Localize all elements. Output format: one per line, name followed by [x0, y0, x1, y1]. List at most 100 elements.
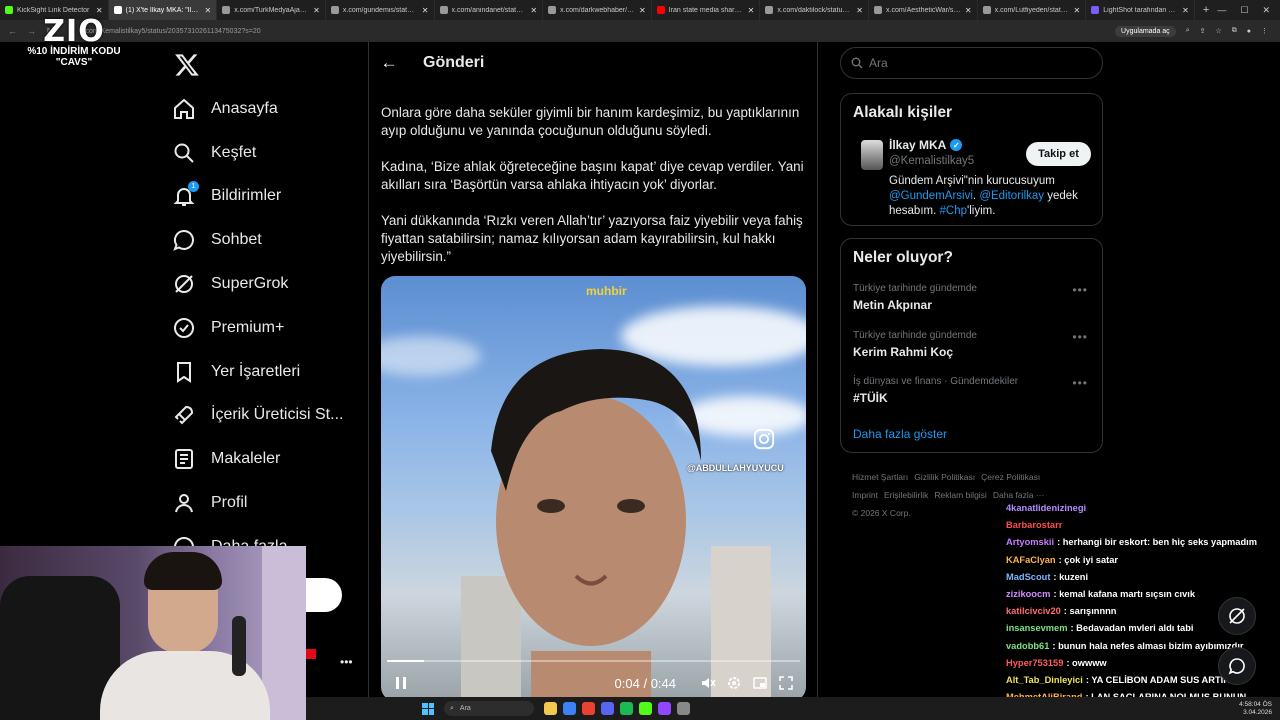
- messages-fab-button[interactable]: [1218, 647, 1256, 685]
- follow-button[interactable]: Takip et: [1026, 142, 1091, 166]
- tab-close-icon[interactable]: ✕: [856, 6, 863, 15]
- nav-item-anasayfa[interactable]: Anasayfa: [172, 87, 362, 131]
- nav-item-premium-[interactable]: Premium+: [172, 306, 362, 350]
- browser-tab[interactable]: x.com/daktilock/status/20... ✕: [760, 0, 869, 20]
- chat-username[interactable]: vadobb61: [1006, 641, 1049, 651]
- trend-item[interactable]: Türkiye tarihinde gündemde Kerim Rahmi Ko…: [841, 324, 1102, 371]
- settings-gear-icon[interactable]: [726, 675, 742, 691]
- chrome-icon[interactable]: [582, 702, 595, 715]
- profile-icon[interactable]: ●: [1247, 28, 1251, 35]
- nav-item-bildirimler[interactable]: 1 Bildirimler: [172, 175, 362, 219]
- tab-close-icon[interactable]: ✕: [530, 6, 537, 15]
- url-field[interactable]: x.com/Kemalistilkay5/status/203573102611…: [80, 28, 1115, 35]
- tab-close-icon[interactable]: ✕: [422, 6, 429, 15]
- tab-close-icon[interactable]: ✕: [205, 6, 212, 15]
- footer-link[interactable]: Reklam bilgisi: [934, 490, 986, 500]
- fullscreen-icon[interactable]: [778, 675, 794, 691]
- nav-item-profil[interactable]: Profil: [172, 481, 362, 525]
- tab-close-icon[interactable]: ✕: [639, 6, 646, 15]
- nav-item-sohbet[interactable]: Sohbet: [172, 218, 362, 262]
- nav-item-i-çerik-üreticisi-st-[interactable]: İçerik Üreticisi St...: [172, 394, 362, 438]
- browser-tab[interactable]: x.com/gundemis/status/... ✕: [326, 0, 435, 20]
- tab-close-icon[interactable]: ✕: [748, 6, 755, 15]
- chat-username[interactable]: MadScout: [1006, 572, 1050, 582]
- extensions-icon[interactable]: ⧉: [1232, 27, 1237, 35]
- taskbar-search[interactable]: ⌕ Ara: [444, 701, 534, 716]
- menu-icon[interactable]: ⋮: [1261, 27, 1268, 35]
- chat-username[interactable]: Barbarostarr: [1006, 520, 1062, 530]
- x-logo-icon[interactable]: [174, 52, 200, 78]
- related-person-name[interactable]: İlkay MKA ✓: [889, 138, 963, 152]
- video-progress-bar[interactable]: [387, 660, 800, 662]
- more-options-icon[interactable]: •••: [1072, 376, 1088, 390]
- footer-link[interactable]: Gizlilik Politikası: [914, 472, 975, 482]
- chat-username[interactable]: 4kanatlidenizinegi: [1006, 503, 1086, 513]
- minimize-icon[interactable]: —: [1217, 5, 1226, 16]
- tab-close-icon[interactable]: ✕: [1182, 6, 1189, 15]
- kick-icon[interactable]: [639, 702, 652, 715]
- chat-username[interactable]: Hyper753159: [1006, 658, 1063, 668]
- grok-fab-button[interactable]: [1218, 597, 1256, 635]
- chat-username[interactable]: katilcivciv20: [1006, 606, 1061, 616]
- browser-tab[interactable]: x.com/darkwebhaber/stat... ✕: [543, 0, 652, 20]
- close-window-icon[interactable]: ✕: [1262, 5, 1270, 16]
- nav-item-yer-i-şaretleri[interactable]: Yer İşaretleri: [172, 350, 362, 394]
- tab-close-icon[interactable]: ✕: [313, 6, 320, 15]
- account-more-icon[interactable]: •••: [340, 655, 353, 669]
- open-in-app-button[interactable]: Uygulamada aç: [1115, 25, 1176, 37]
- browser-tab[interactable]: LightShot tarafından Ekra...✕: [1086, 0, 1195, 20]
- back-arrow-icon[interactable]: ←: [8, 26, 17, 37]
- chat-username[interactable]: zizikoocm: [1006, 589, 1050, 599]
- mute-icon[interactable]: [700, 675, 716, 691]
- tab-close-icon[interactable]: ✕: [1074, 6, 1081, 15]
- file-explorer-icon[interactable]: [544, 702, 557, 715]
- zoom-icon[interactable]: ⌕: [1186, 27, 1190, 35]
- footer-link[interactable]: Erişilebilirlik: [884, 490, 928, 500]
- browser-tab[interactable]: x.com/TurkMedyaAjansi/st... ✕: [217, 0, 326, 20]
- new-tab-icon[interactable]: +: [1195, 4, 1217, 16]
- chat-username[interactable]: KAFaClyan: [1006, 555, 1056, 565]
- discord-icon[interactable]: [601, 702, 614, 715]
- related-person-handle[interactable]: @Kemalistilkay5: [889, 155, 974, 167]
- footer-link[interactable]: Daha fazla ···: [993, 490, 1045, 500]
- footer-link[interactable]: Çerez Politikası: [981, 472, 1040, 482]
- chat-username[interactable]: Alt_Tab_Dinleyici: [1006, 675, 1083, 685]
- more-options-icon[interactable]: •••: [1072, 283, 1088, 297]
- video-player[interactable]: muhbir @ABDULLAHYUYUCU 0:04 / 0:44: [381, 276, 806, 697]
- show-more-link[interactable]: Daha fazla göster: [841, 417, 1102, 451]
- spotify-icon[interactable]: [620, 702, 633, 715]
- maximize-icon[interactable]: ☐: [1240, 5, 1248, 16]
- footer-link[interactable]: Imprint: [852, 490, 878, 500]
- post-button-partial[interactable]: [306, 578, 342, 612]
- more-options-icon[interactable]: •••: [1072, 330, 1088, 344]
- picture-in-picture-icon[interactable]: [752, 675, 768, 691]
- share-icon[interactable]: ⇪: [1200, 27, 1206, 35]
- browser-tab[interactable]: (1) X'te İlkay MKA: "İlahiy... ✕: [108, 0, 218, 20]
- chat-username[interactable]: Artyomskii: [1006, 537, 1054, 547]
- bio-link[interactable]: @Editorilkay: [979, 190, 1044, 202]
- edge-icon[interactable]: [563, 702, 576, 715]
- tab-close-icon[interactable]: ✕: [965, 6, 972, 15]
- nav-item-makaleler[interactable]: Makaleler: [172, 437, 362, 481]
- search-input[interactable]: Ara: [840, 47, 1103, 79]
- bookmark-star-icon[interactable]: ☆: [1215, 27, 1221, 35]
- bio-hashtag-link[interactable]: #Chp: [940, 205, 968, 217]
- footer-link[interactable]: Hizmet Şartları: [852, 472, 908, 482]
- obs-icon[interactable]: [658, 702, 671, 715]
- browser-tab[interactable]: Iran state media share Le... ✕: [652, 0, 761, 20]
- avatar[interactable]: [861, 140, 883, 170]
- chat-username[interactable]: insansevmem: [1006, 623, 1068, 633]
- windows-start-icon[interactable]: [422, 702, 434, 715]
- browser-tab[interactable]: x.com/AestheticWar/stat... ✕: [869, 0, 978, 20]
- trend-item[interactable]: İş dünyası ve finans · Gündemdekiler #TÜİ…: [841, 370, 1102, 417]
- browser-tab[interactable]: x.com/anindanet/status/2...✕: [435, 0, 544, 20]
- nav-item-keşfet[interactable]: Keşfet: [172, 131, 362, 175]
- taskbar-clock[interactable]: 4:58:04 ÖS 3.04.2026: [1239, 701, 1280, 717]
- app-icon[interactable]: [677, 702, 690, 715]
- pause-icon[interactable]: [393, 675, 409, 691]
- bio-link[interactable]: @GundemArsivi: [889, 190, 973, 202]
- trend-item[interactable]: Türkiye tarihinde gündemde Metin Akpınar •…: [841, 277, 1102, 324]
- browser-tab[interactable]: x.com/Lutfiyeden/status/... ✕: [978, 0, 1087, 20]
- back-arrow-icon[interactable]: ←: [369, 53, 409, 73]
- nav-item-supergrok[interactable]: SuperGrok: [172, 262, 362, 306]
